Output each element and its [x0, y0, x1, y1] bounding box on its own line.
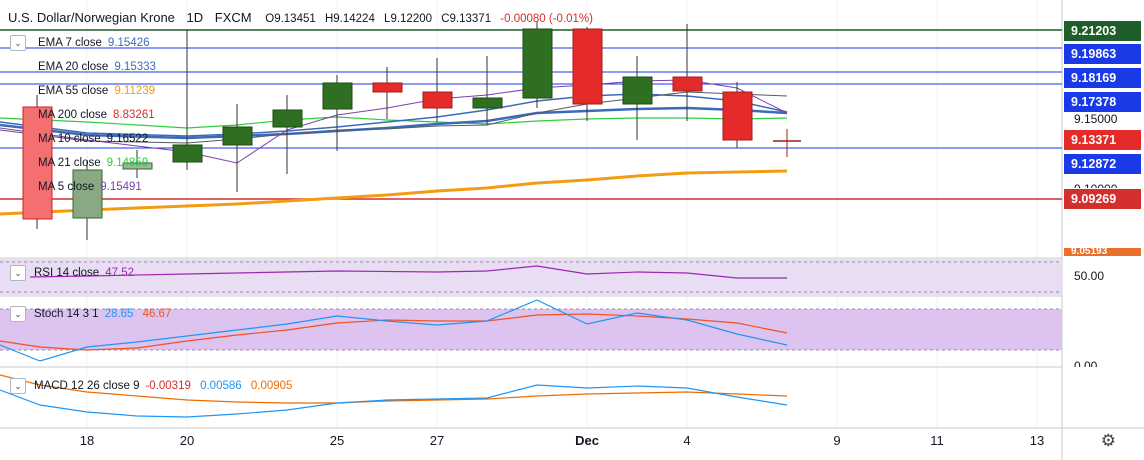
price-tag: 9.17378: [1064, 92, 1141, 112]
price-tag: 9.12872: [1064, 154, 1141, 174]
date-label: 11: [930, 433, 944, 448]
price-axis-label: 9.10000: [1074, 182, 1117, 188]
rsi-legend[interactable]: ⌄ RSI 14 close 47.52: [10, 265, 134, 281]
price-tag: 9.18169: [1064, 68, 1141, 88]
date-label: 4: [683, 433, 691, 448]
legend-label: MA 21 close: [38, 157, 101, 169]
rsi-axis-label: 50.00: [1074, 269, 1105, 283]
legend-value: 9.15333: [114, 61, 156, 73]
macd-label: MACD 12 26 close 9: [34, 380, 140, 392]
legend-collapse-icon[interactable]: ⌄: [10, 35, 26, 51]
date-label: 25: [329, 433, 345, 448]
stoch-label: Stoch 14 3 1: [34, 308, 99, 320]
date-label: 13: [1029, 433, 1045, 448]
rsi-value: 47.52: [105, 267, 134, 279]
stoch-legend[interactable]: ⌄ Stoch 14 3 1 28.65 46.67: [10, 306, 171, 322]
gear-icon[interactable]: ⚙: [1101, 431, 1116, 451]
date-label: 18: [79, 433, 95, 448]
legend-ma-21[interactable]: MA 21 close 9.14859: [38, 157, 148, 169]
close-value: C9.13371: [441, 13, 492, 25]
ohlc-values: O9.13451 H9.14224 L9.12200 C9.13371 -0.0…: [265, 13, 593, 25]
legend-label: EMA 55 close: [38, 85, 109, 97]
price-tag: 9.21203: [1064, 21, 1141, 41]
legend-ma-200[interactable]: MA 200 close 8.83261: [38, 109, 155, 121]
date-label: 9: [833, 433, 841, 448]
price-axis-label: 9.15000: [1074, 112, 1118, 126]
legend-ema-20[interactable]: EMA 20 close 9.15333: [38, 61, 156, 73]
legend-ema-55[interactable]: EMA 55 close 9.11239: [38, 85, 155, 97]
macd-line-value: 0.00586: [200, 380, 242, 392]
rsi-label: RSI 14 close: [34, 267, 100, 279]
legend-value: 9.15491: [100, 181, 142, 193]
legend-value: 9.14859: [106, 157, 149, 169]
date-label: 27: [429, 433, 445, 448]
change-value: -0.00080 (-0.01%): [500, 13, 593, 25]
stoch-k-value: 28.65: [104, 308, 134, 320]
legend-ma-5[interactable]: MA 5 close 9.15491: [38, 181, 142, 193]
legend-ema-7[interactable]: EMA 7 close 9.15426: [38, 37, 150, 49]
macd-hist-value: -0.00319: [145, 380, 191, 392]
low-value: L9.12200: [384, 13, 433, 25]
legend-value: 8.83261: [113, 109, 155, 121]
high-value: H9.14224: [324, 13, 375, 25]
date-label: 20: [179, 433, 195, 448]
stoch-d-value: 46.67: [142, 308, 172, 320]
legend-label: EMA 20 close: [38, 61, 109, 73]
stoch-axis-label: 0.00: [1074, 359, 1098, 367]
legend-label: EMA 7 close: [38, 37, 102, 49]
legend-label: MA 10 close: [38, 133, 101, 145]
price-tag: 9.19863: [1064, 44, 1141, 64]
legend-label: MA 200 close: [38, 109, 108, 121]
chevron-down-icon[interactable]: ⌄: [10, 265, 26, 281]
legend-value: 9.11239: [114, 85, 156, 97]
legend-value: 9.16522: [106, 133, 149, 145]
price-tag: 9.09269: [1064, 189, 1141, 209]
open-value: O9.13451: [265, 13, 316, 25]
macd-legend[interactable]: ⌄ MACD 12 26 close 9 -0.00319 0.00586 0.…: [10, 378, 292, 394]
date-label: Dec: [575, 433, 599, 448]
legend-ma-10[interactable]: MA 10 close 9.16522: [38, 133, 148, 145]
symbol-header: U.S. Dollar/Norwegian Krone 1D FXCM O9.1…: [8, 10, 593, 25]
interval-label[interactable]: 1D: [187, 10, 204, 25]
legend-value: 9.15426: [107, 37, 150, 49]
price-tag: 9.05193: [1064, 248, 1141, 256]
chevron-down-icon[interactable]: ⌄: [10, 306, 26, 322]
macd-signal-value: 0.00905: [250, 380, 293, 392]
price-tag-last: 9.13371: [1064, 130, 1141, 150]
symbol-name[interactable]: U.S. Dollar/Norwegian Krone: [8, 10, 175, 25]
chevron-down-icon[interactable]: ⌄: [10, 378, 26, 394]
source-label: FXCM: [214, 10, 252, 25]
legend-label: MA 5 close: [38, 181, 95, 193]
